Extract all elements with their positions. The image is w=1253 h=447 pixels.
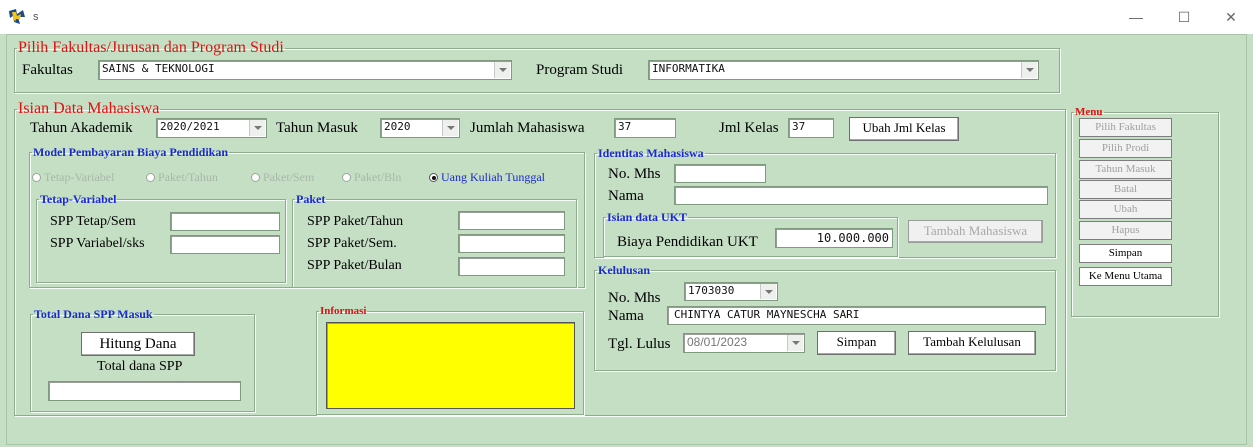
total-dana-label: Total dana SPP bbox=[97, 359, 183, 374]
biaya-ukt-input[interactable]: 10.000.000 bbox=[775, 228, 893, 248]
identitas-nomhs-input[interactable] bbox=[674, 164, 766, 183]
chevron-down-icon[interactable] bbox=[249, 120, 265, 136]
radio-dot bbox=[146, 173, 155, 182]
kelulusan-legend: Kelulusan bbox=[598, 263, 651, 277]
chevron-down-icon[interactable] bbox=[1021, 62, 1037, 78]
tahun-masuk-value: 2020 bbox=[384, 120, 411, 133]
identitas-nama-label: Nama bbox=[608, 188, 644, 204]
chevron-down-icon[interactable] bbox=[760, 284, 776, 299]
tambah-mahasiswa-button[interactable]: Tambah Mahasiswa bbox=[908, 220, 1043, 243]
fakultas-group-legend: Pilih Fakultas/Jurusan dan Program Studi bbox=[18, 39, 284, 56]
prodi-value: INFORMATIKA bbox=[652, 62, 725, 75]
biaya-ukt-label: Biaya Pendidikan UKT bbox=[617, 234, 758, 250]
tahun-akademik-label: Tahun Akademik bbox=[30, 120, 133, 136]
menu-batal-button[interactable]: Batal bbox=[1079, 180, 1172, 199]
identitas-nama-input[interactable] bbox=[674, 186, 1048, 205]
tahun-akademik-value: 2020/2021 bbox=[160, 120, 220, 133]
app-icon bbox=[8, 8, 26, 26]
radio-paket-tahun[interactable]: Paket/Tahun bbox=[146, 170, 218, 184]
spp-tetap-label: SPP Tetap/Sem bbox=[50, 214, 136, 229]
chevron-down-icon[interactable] bbox=[787, 335, 803, 351]
minimize-icon[interactable]: — bbox=[1124, 6, 1148, 28]
menu-tahun-masuk-button[interactable]: Tahun Masuk bbox=[1079, 160, 1172, 179]
total-dana-input[interactable] bbox=[48, 381, 241, 401]
informasi-legend: Informasi bbox=[320, 305, 367, 317]
hitung-dana-button[interactable]: Hitung Dana bbox=[81, 332, 195, 356]
total-dana-legend: Total Dana SPP Masuk bbox=[34, 307, 153, 321]
radio-label: Paket/Bln bbox=[354, 170, 402, 184]
spp-paket-tahun-input[interactable] bbox=[458, 211, 565, 230]
spp-paket-bulan-input[interactable] bbox=[458, 257, 565, 276]
radio-dot bbox=[251, 173, 260, 182]
menu-ke-menu-utama-button[interactable]: Ke Menu Utama bbox=[1079, 267, 1172, 286]
spp-paket-sem-label: SPP Paket/Sem. bbox=[307, 236, 397, 251]
radio-uang-kuliah-tunggal[interactable]: Uang Kuliah Tunggal bbox=[429, 170, 545, 184]
chevron-down-icon[interactable] bbox=[442, 120, 458, 136]
radio-label: Tetap-Variabel bbox=[44, 170, 115, 184]
jml-kelas-label: Jml Kelas bbox=[719, 120, 779, 136]
menu-pilih-prodi-button[interactable]: Pilih Prodi bbox=[1079, 139, 1172, 158]
identitas-nomhs-label: No. Mhs bbox=[608, 166, 661, 182]
fakultas-combobox[interactable]: SAINS & TEKNOLOGI bbox=[98, 60, 512, 80]
isian-ukt-legend: Isian data UKT bbox=[607, 210, 688, 224]
spp-tetap-input[interactable] bbox=[170, 212, 280, 231]
informasi-textarea[interactable] bbox=[326, 322, 575, 409]
tgl-lulus-value: 08/01/2023 bbox=[687, 335, 748, 349]
maximize-icon[interactable]: ☐ bbox=[1172, 6, 1196, 28]
tambah-kelulusan-button[interactable]: Tambah Kelulusan bbox=[908, 331, 1036, 355]
tetap-variabel-legend: Tetap-Variabel bbox=[40, 192, 117, 206]
spp-paket-sem-input[interactable] bbox=[458, 234, 565, 253]
menu-pilih-fakultas-button[interactable]: Pilih Fakultas bbox=[1079, 118, 1172, 137]
fakultas-value: SAINS & TEKNOLOGI bbox=[102, 62, 215, 75]
menu-legend: Menu bbox=[1075, 106, 1103, 118]
close-icon[interactable]: ✕ bbox=[1219, 6, 1243, 28]
radio-dot-selected bbox=[429, 173, 438, 182]
radio-label: Uang Kuliah Tunggal bbox=[441, 170, 546, 184]
jumlah-mahasiswa-label: Jumlah Mahasiswa bbox=[470, 120, 585, 136]
ubah-jml-kelas-button[interactable]: Ubah Jml Kelas bbox=[849, 117, 959, 141]
identitas-mahasiswa-legend: Identitas Mahasiswa bbox=[598, 146, 704, 160]
kelulusan-nama-input[interactable]: CHINTYA CATUR MAYNESCHA SARI bbox=[667, 306, 1046, 325]
window-title: s bbox=[33, 11, 39, 23]
kelulusan-nomhs-value: 1703030 bbox=[688, 284, 735, 297]
kelulusan-nomhs-combobox[interactable]: 1703030 bbox=[684, 282, 778, 301]
tahun-masuk-combobox[interactable]: 2020 bbox=[380, 118, 460, 138]
tahun-akademik-combobox[interactable]: 2020/2021 bbox=[156, 118, 267, 138]
title-bar bbox=[0, 0, 1253, 34]
prodi-combobox[interactable]: INFORMATIKA bbox=[648, 60, 1039, 80]
radio-dot bbox=[342, 173, 351, 182]
kelulusan-simpan-button[interactable]: Simpan bbox=[817, 331, 896, 355]
spp-variabel-label: SPP Variabel/sks bbox=[50, 236, 145, 251]
menu-hapus-button[interactable]: Hapus bbox=[1079, 221, 1172, 240]
spp-paket-bulan-label: SPP Paket/Bulan bbox=[307, 258, 402, 273]
spp-paket-tahun-label: SPP Paket/Tahun bbox=[307, 214, 404, 229]
radio-label: Paket/Sem bbox=[263, 170, 315, 184]
menu-simpan-button[interactable]: Simpan bbox=[1079, 244, 1172, 263]
fakultas-label: Fakultas bbox=[22, 62, 73, 78]
radio-label: Paket/Tahun bbox=[158, 170, 218, 184]
radio-paket-sem[interactable]: Paket/Sem bbox=[251, 170, 314, 184]
jml-kelas-input[interactable]: 37 bbox=[788, 118, 834, 138]
jumlah-mahasiswa-input[interactable]: 37 bbox=[614, 118, 676, 138]
prodi-label: Program Studi bbox=[536, 62, 624, 78]
menu-ubah-button[interactable]: Ubah bbox=[1079, 200, 1172, 219]
radio-tetap-variabel[interactable]: Tetap-Variabel bbox=[32, 170, 114, 184]
kelulusan-nomhs-label: No. Mhs bbox=[608, 290, 661, 306]
tgl-lulus-label: Tgl. Lulus bbox=[608, 336, 671, 352]
radio-dot bbox=[32, 173, 41, 182]
radio-paket-bln[interactable]: Paket/Bln bbox=[342, 170, 401, 184]
isian-data-legend: Isian Data Mahasiswa bbox=[18, 100, 160, 117]
spp-variabel-input[interactable] bbox=[170, 235, 280, 254]
paket-legend: Paket bbox=[296, 192, 326, 206]
kelulusan-nama-label: Nama bbox=[608, 308, 644, 324]
tgl-lulus-datepicker[interactable]: 08/01/2023 bbox=[683, 333, 805, 353]
model-pembayaran-legend: Model Pembayaran Biaya Pendidikan bbox=[33, 145, 229, 159]
tahun-masuk-label: Tahun Masuk bbox=[276, 120, 358, 136]
chevron-down-icon[interactable] bbox=[494, 62, 510, 78]
